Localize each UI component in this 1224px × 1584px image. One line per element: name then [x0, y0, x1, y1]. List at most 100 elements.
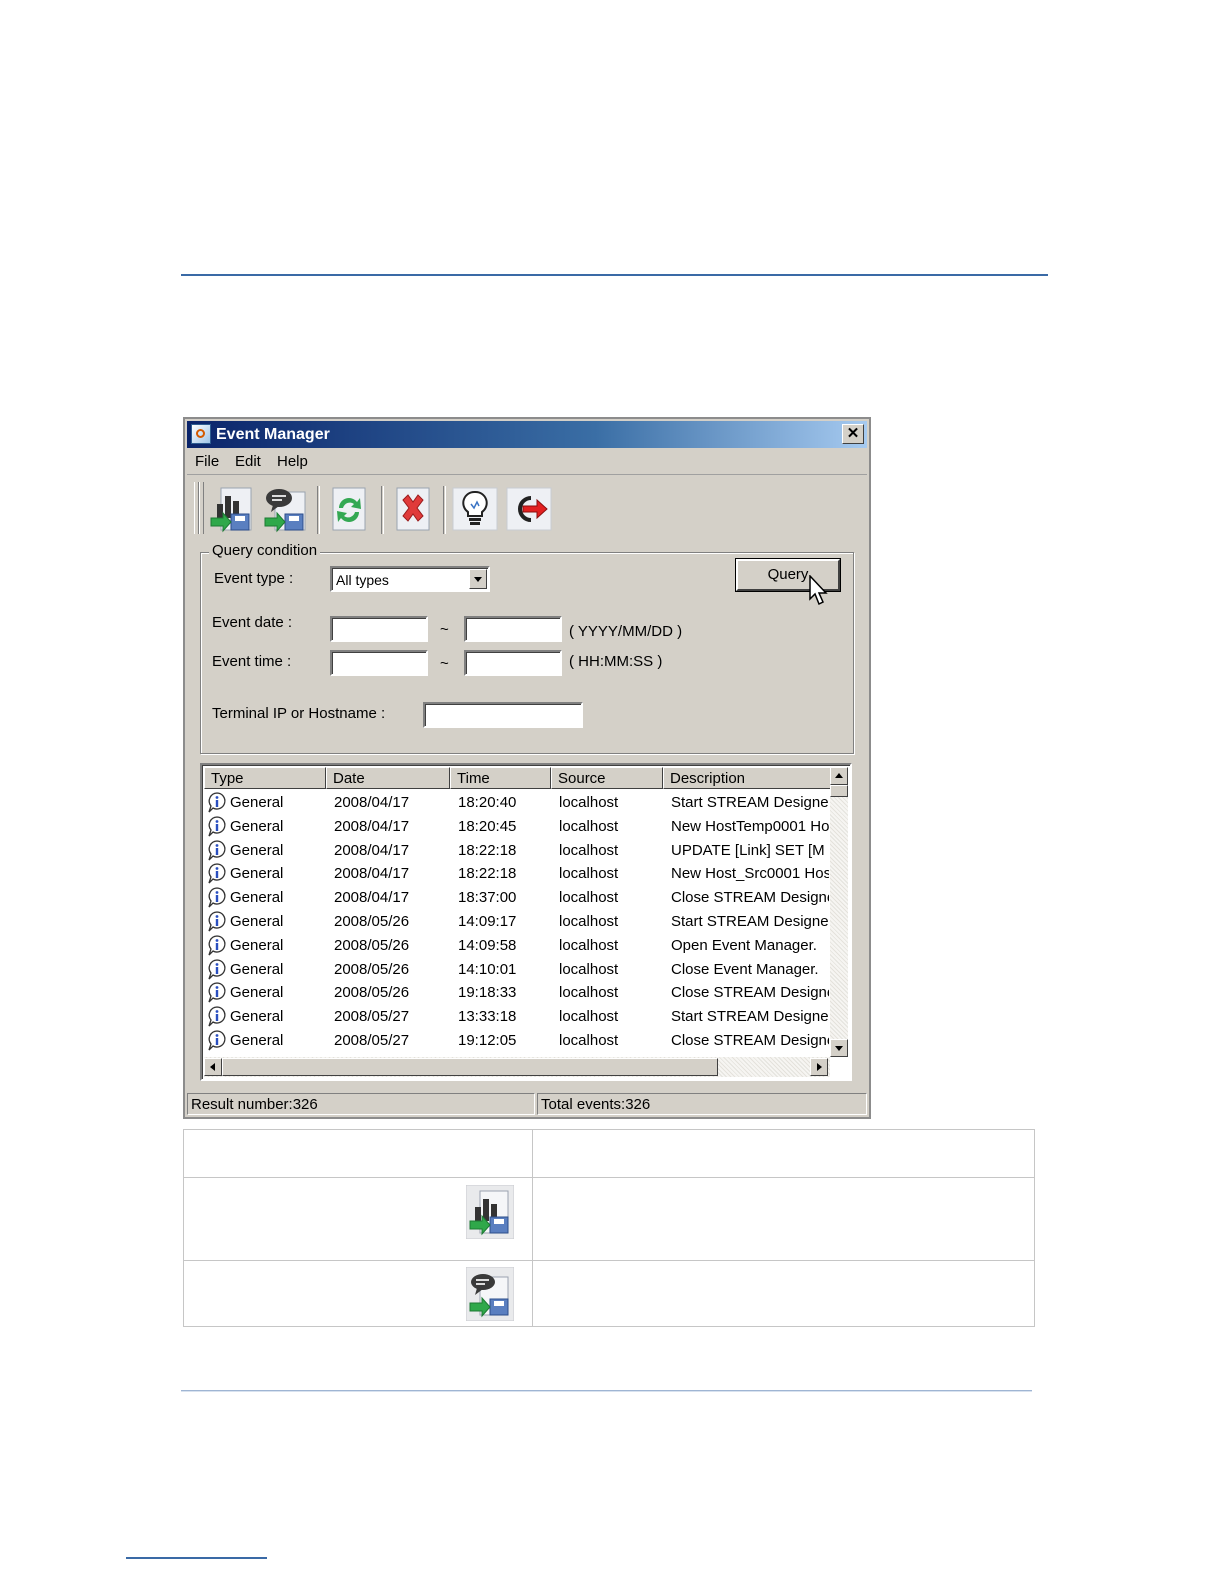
- table-row[interactable]: General 2008/04/17 18:37:00 localhost Close …: [204, 886, 830, 909]
- cell-source: localhost: [559, 865, 619, 883]
- table-row: [465, 1184, 515, 1240]
- scroll-up-button[interactable]: [830, 767, 848, 785]
- horizontal-scroll-thumb[interactable]: [222, 1058, 718, 1076]
- scroll-right-button[interactable]: [810, 1058, 828, 1076]
- table-row[interactable]: General 2008/05/26 19:18:33 localhost Close …: [204, 981, 830, 1004]
- cell-description: Close STREAM Designe: [671, 1032, 829, 1049]
- event-date-to-input[interactable]: [464, 616, 562, 642]
- table-row[interactable]: General 2008/05/26 14:10:01 localhost Close …: [204, 958, 830, 981]
- event-time-from-input[interactable]: [330, 650, 428, 676]
- table-divider: [184, 1260, 1034, 1261]
- column-header-type[interactable]: Type: [204, 767, 326, 789]
- vertical-scrollbar[interactable]: [830, 767, 848, 1057]
- delete-button[interactable]: [389, 484, 437, 534]
- scroll-left-button[interactable]: [204, 1058, 222, 1076]
- lightbulb-icon: [452, 487, 498, 531]
- cell-time: 14:10:01: [458, 960, 517, 978]
- event-manager-window: Event Manager ✕ File Edit Help Query con…: [183, 417, 871, 1119]
- exit-icon: [506, 487, 552, 531]
- info-icon: [208, 863, 226, 884]
- event-date-label: Event date :: [212, 614, 293, 631]
- cell-description: Close Event Manager.: [671, 960, 819, 978]
- arrow-up-icon: [835, 773, 843, 778]
- column-header-source[interactable]: Source: [551, 767, 663, 789]
- cell-date: 2008/04/17: [334, 794, 410, 811]
- table-row[interactable]: General 2008/05/27 19:12:05 localhost Close …: [204, 1029, 830, 1052]
- column-header-date[interactable]: Date: [326, 767, 450, 789]
- cell-type: General: [230, 1008, 284, 1026]
- cell-description: Open Event Manager.: [671, 936, 817, 954]
- menu-bar: File Edit Help: [187, 450, 867, 475]
- close-icon: ✕: [846, 425, 860, 442]
- table-row[interactable]: General 2008/04/17 18:22:18 localhost New Ho…: [204, 862, 830, 885]
- title-bar[interactable]: Event Manager ✕: [187, 421, 867, 448]
- cell-description: New HostTemp0001 Ho: [671, 817, 829, 835]
- info-icon: [208, 1030, 226, 1051]
- event-time-label: Event time :: [212, 653, 292, 670]
- export-chart-button[interactable]: [207, 484, 255, 534]
- app-icon: [191, 424, 211, 444]
- table-row[interactable]: General 2008/05/27 13:33:18 localhost Start …: [204, 1005, 830, 1028]
- terminal-input[interactable]: [423, 702, 583, 728]
- about-button[interactable]: [451, 484, 499, 534]
- cell-description: Close STREAM Designe: [671, 889, 829, 907]
- toolbar-description-table: [183, 1129, 1035, 1327]
- status-bar: Result number:326 Total events:326: [187, 1091, 867, 1115]
- cell-date: 2008/05/27: [334, 1008, 410, 1026]
- vertical-scroll-thumb[interactable]: [830, 785, 848, 797]
- menu-edit[interactable]: Edit: [235, 453, 261, 470]
- table-row[interactable]: General 2008/04/17 18:20:40 localhost Start …: [204, 791, 830, 814]
- status-result-number: Result number:326: [187, 1093, 535, 1115]
- terminal-label: Terminal IP or Hostname :: [212, 705, 386, 722]
- cell-description: UPDATE [Link] SET [M: [671, 841, 825, 859]
- time-range-tilde: ~: [440, 655, 449, 672]
- cell-description: Start STREAM Designe: [671, 794, 829, 811]
- event-type-select[interactable]: All types: [330, 566, 490, 592]
- info-icon: [208, 1006, 226, 1027]
- column-header-description[interactable]: Description: [663, 767, 834, 789]
- cell-type: General: [230, 936, 284, 954]
- cell-type: General: [230, 1032, 284, 1049]
- table-column-divider: [532, 1130, 533, 1326]
- export-message-icon: [465, 1266, 515, 1322]
- cell-time: 13:33:18: [458, 1008, 517, 1026]
- cell-type: General: [230, 984, 284, 1002]
- cell-time: 18:22:18: [458, 865, 517, 883]
- cell-type: General: [230, 913, 284, 930]
- column-header-time[interactable]: Time: [450, 767, 551, 789]
- info-icon: [208, 982, 226, 1003]
- horizontal-scrollbar[interactable]: [204, 1057, 830, 1077]
- refresh-button[interactable]: [325, 484, 373, 534]
- cell-date: 2008/04/17: [334, 841, 410, 859]
- table-row[interactable]: General 2008/05/26 14:09:58 localhost Open E…: [204, 934, 830, 957]
- toolbar-grip[interactable]: [199, 482, 204, 534]
- table-row[interactable]: General 2008/05/26 14:09:17 localhost Start …: [204, 910, 830, 933]
- table-row[interactable]: General 2008/04/17 18:22:18 localhost UPDATE…: [204, 839, 830, 862]
- menu-file[interactable]: File: [195, 453, 219, 470]
- close-button[interactable]: ✕: [842, 424, 864, 444]
- toolbar-separator: [381, 486, 384, 534]
- footer-rule: [181, 1390, 1032, 1392]
- delete-icon: [396, 487, 430, 531]
- export-message-button[interactable]: [261, 484, 309, 534]
- event-date-from-input[interactable]: [330, 616, 428, 642]
- cell-source: localhost: [559, 936, 619, 954]
- scroll-down-button[interactable]: [830, 1039, 848, 1057]
- query-condition-legend: Query condition: [209, 542, 321, 559]
- export-message-icon: [264, 489, 306, 533]
- header-rule: [181, 274, 1048, 276]
- cell-time: 14:09:17: [458, 913, 517, 930]
- cell-date: 2008/05/26: [334, 913, 410, 930]
- chevron-down-icon[interactable]: [469, 569, 487, 589]
- cell-date: 2008/04/17: [334, 865, 410, 883]
- window-title: Event Manager: [216, 426, 330, 443]
- event-time-to-input[interactable]: [464, 650, 562, 676]
- cell-type: General: [230, 889, 284, 907]
- cell-type: General: [230, 960, 284, 978]
- event-list[interactable]: Type Date Time Source Description Genera…: [200, 763, 852, 1081]
- list-header: Type Date Time Source Description: [204, 767, 834, 789]
- exit-button[interactable]: [505, 484, 553, 534]
- table-row[interactable]: General 2008/04/17 18:20:45 localhost New Ho…: [204, 815, 830, 838]
- menu-help[interactable]: Help: [277, 453, 308, 470]
- status-total-events: Total events:326: [537, 1093, 867, 1115]
